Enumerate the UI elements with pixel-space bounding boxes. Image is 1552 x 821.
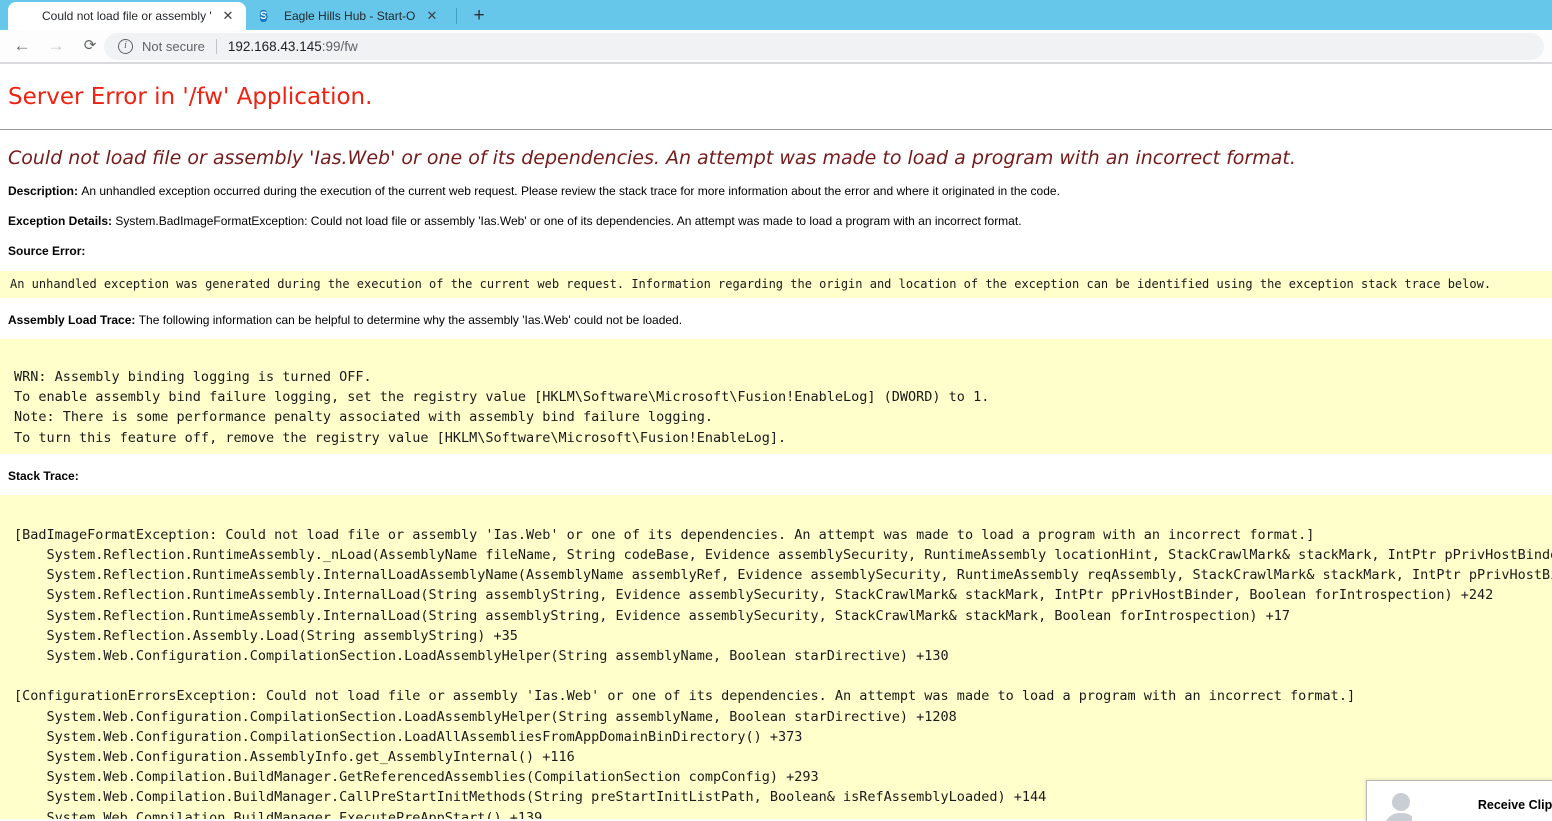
tab-eagle-hills-hub[interactable]: S Eagle Hills Hub - Start-Original ✕ bbox=[252, 2, 448, 30]
error-subtitle: Could not load file or assembly 'Ias.Web… bbox=[8, 147, 1544, 169]
stack-trace-heading: Stack Trace: bbox=[8, 469, 1544, 484]
page-info-icon[interactable]: i bbox=[118, 39, 133, 54]
exception-details-line: Exception Details: System.BadImageFormat… bbox=[8, 214, 1544, 229]
forward-icon: → bbox=[44, 34, 68, 58]
user-avatar-icon bbox=[1381, 789, 1412, 821]
url-host: 192.168.43.145 bbox=[228, 39, 322, 54]
exception-details-label: Exception Details: bbox=[8, 214, 115, 228]
source-error-heading: Source Error: bbox=[8, 244, 1544, 259]
close-tab-icon[interactable]: ✕ bbox=[220, 8, 236, 24]
assembly-bind-warning-box: WRN: Assembly binding logging is turned … bbox=[0, 339, 1552, 454]
url-path: :99/fw bbox=[322, 39, 358, 54]
assembly-load-trace-label: Assembly Load Trace: bbox=[8, 313, 139, 327]
error-page-content: Server Error in '/fw' Application. Could… bbox=[0, 64, 1552, 819]
receive-clipboard-label: Receive Clipboard - 1 bbox=[1478, 798, 1552, 812]
close-tab-icon[interactable]: ✕ bbox=[424, 8, 440, 24]
sharepoint-favicon-icon: S bbox=[260, 8, 276, 24]
tab-title: Could not load file or assembly 'I bbox=[42, 9, 212, 23]
new-tab-button[interactable]: + bbox=[466, 3, 492, 29]
receive-clipboard-popup[interactable]: Receive Clipboard - 1 bbox=[1366, 780, 1552, 821]
address-bar[interactable]: i Not secure 192.168.43.145 :99/fw bbox=[104, 33, 1544, 60]
browser-toolbar: ← → ⟳ i Not secure 192.168.43.145 :99/fw bbox=[0, 30, 1552, 64]
description-text: An unhandled exception occurred during t… bbox=[81, 184, 1060, 198]
description-line: Description: An unhandled exception occu… bbox=[8, 184, 1544, 199]
description-label: Description: bbox=[8, 184, 81, 198]
refresh-icon[interactable]: ⟳ bbox=[78, 34, 102, 58]
site-favicon-icon bbox=[18, 8, 34, 24]
tab-error-page[interactable]: Could not load file or assembly 'I ✕ bbox=[8, 2, 246, 30]
tab-title: Eagle Hills Hub - Start-Original bbox=[284, 9, 416, 23]
title-divider bbox=[0, 129, 1552, 130]
assembly-load-trace-text: The following information can be helpful… bbox=[139, 313, 682, 327]
back-icon[interactable]: ← bbox=[10, 34, 34, 58]
assembly-load-trace-line: Assembly Load Trace: The following infor… bbox=[8, 313, 1544, 328]
browser-tab-strip: Could not load file or assembly 'I ✕ S E… bbox=[0, 0, 1552, 30]
exception-details-text: System.BadImageFormatException: Could no… bbox=[115, 214, 1021, 228]
stack-trace-box: [BadImageFormatException: Could not load… bbox=[0, 495, 1552, 819]
omnibox-separator bbox=[216, 39, 217, 54]
page-title: Server Error in '/fw' Application. bbox=[8, 84, 1544, 110]
source-error-box: An unhandled exception was generated dur… bbox=[0, 271, 1552, 298]
tab-separator bbox=[456, 8, 457, 24]
not-secure-label: Not secure bbox=[142, 39, 205, 54]
